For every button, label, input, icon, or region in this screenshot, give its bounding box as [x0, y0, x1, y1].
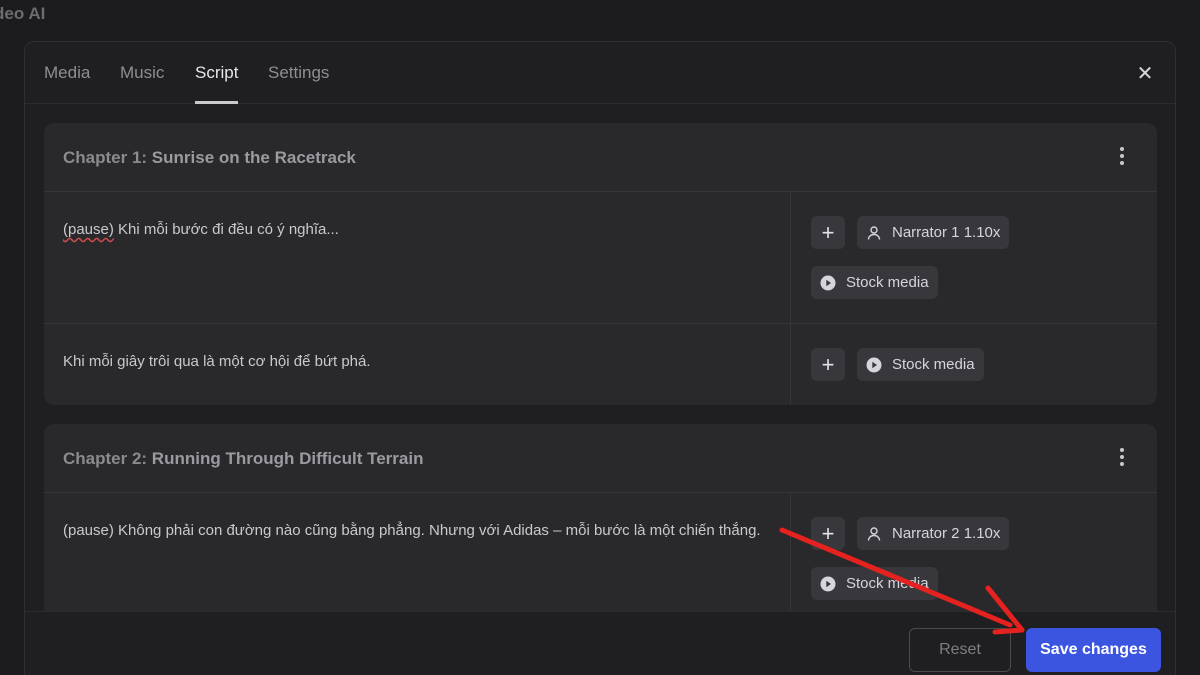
- chapter-prefix: Chapter 2:: [63, 449, 148, 468]
- row-actions: + Stock media: [790, 324, 1157, 405]
- stock-media-chip[interactable]: Stock media: [811, 266, 938, 299]
- user-icon: [867, 225, 881, 240]
- chapter-name: Sunrise on the Racetrack: [147, 148, 356, 167]
- tab-script[interactable]: Script: [195, 63, 239, 104]
- stock-media-label: Stock media: [892, 356, 975, 373]
- row-actions: + Narrator 2 1.10x Stock media: [790, 493, 1157, 611]
- play-circle-icon: [866, 357, 882, 372]
- narrator-label: Narrator 2 1.10x: [892, 525, 1001, 542]
- script-row: (pause) Không phải con đường nào cũng bằ…: [44, 493, 1157, 611]
- tab-bar: Media Music Script Settings ✕: [25, 42, 1175, 104]
- play-circle-icon: [820, 576, 836, 591]
- chapter-card: Chapter 1: Sunrise on the Racetrack (pau…: [44, 123, 1157, 405]
- reset-button[interactable]: Reset: [909, 628, 1011, 672]
- add-button[interactable]: +: [811, 517, 845, 550]
- stock-media-label: Stock media: [846, 575, 929, 592]
- stock-media-chip[interactable]: Stock media: [857, 348, 984, 381]
- row-actions: + Narrator 1 1.10x Stock media: [790, 192, 1157, 323]
- script-row: (pause) Khi mỗi bước đi đều có ý nghĩa..…: [44, 192, 1157, 324]
- play-circle-icon: [820, 275, 836, 290]
- save-changes-button[interactable]: Save changes: [1026, 628, 1161, 672]
- app-title: deo AI: [0, 4, 46, 23]
- chapter-title[interactable]: Chapter 1: Sunrise on the Racetrack: [63, 148, 356, 168]
- script-editor-modal: Media Music Script Settings ✕ Chapter 1:…: [24, 41, 1176, 675]
- chapter-title[interactable]: Chapter 2: Running Through Difficult Ter…: [63, 449, 423, 469]
- modal-footer: Reset Save changes: [25, 611, 1175, 675]
- narrator-chip[interactable]: Narrator 1 1.10x: [857, 216, 1010, 249]
- stock-media-chip[interactable]: Stock media: [811, 567, 938, 600]
- stock-media-label: Stock media: [846, 274, 929, 291]
- user-icon: [867, 526, 881, 541]
- add-button[interactable]: +: [811, 216, 845, 249]
- more-vertical-icon[interactable]: [1115, 446, 1129, 470]
- close-icon[interactable]: ✕: [1133, 62, 1157, 86]
- script-row: Khi mỗi giây trôi qua là một cơ hội để b…: [44, 324, 1157, 405]
- narrator-label: Narrator 1 1.10x: [892, 224, 1001, 241]
- add-button[interactable]: +: [811, 348, 845, 381]
- chapter-card: Chapter 2: Running Through Difficult Ter…: [44, 424, 1157, 611]
- more-vertical-icon[interactable]: [1115, 145, 1129, 169]
- script-line-text[interactable]: (pause) Không phải con đường nào cũng bằ…: [63, 519, 783, 542]
- tab-settings[interactable]: Settings: [268, 63, 329, 101]
- narrator-chip[interactable]: Narrator 2 1.10x: [857, 517, 1010, 550]
- pause-marker: (pause): [63, 221, 114, 238]
- script-scroll-area[interactable]: Chapter 1: Sunrise on the Racetrack (pau…: [25, 105, 1175, 611]
- tab-media[interactable]: Media: [44, 63, 90, 101]
- tab-music[interactable]: Music: [120, 63, 164, 101]
- chapter-header: Chapter 2: Running Through Difficult Ter…: [44, 424, 1157, 493]
- script-line-body: Khi mỗi bước đi đều có ý nghĩa...: [113, 221, 339, 238]
- chapter-name: Running Through Difficult Terrain: [147, 449, 424, 468]
- chapter-header: Chapter 1: Sunrise on the Racetrack: [44, 123, 1157, 192]
- script-line-text[interactable]: (pause) Khi mỗi bước đi đều có ý nghĩa..…: [63, 218, 783, 241]
- chapter-prefix: Chapter 1:: [63, 148, 148, 167]
- script-line-text[interactable]: Khi mỗi giây trôi qua là một cơ hội để b…: [63, 350, 783, 373]
